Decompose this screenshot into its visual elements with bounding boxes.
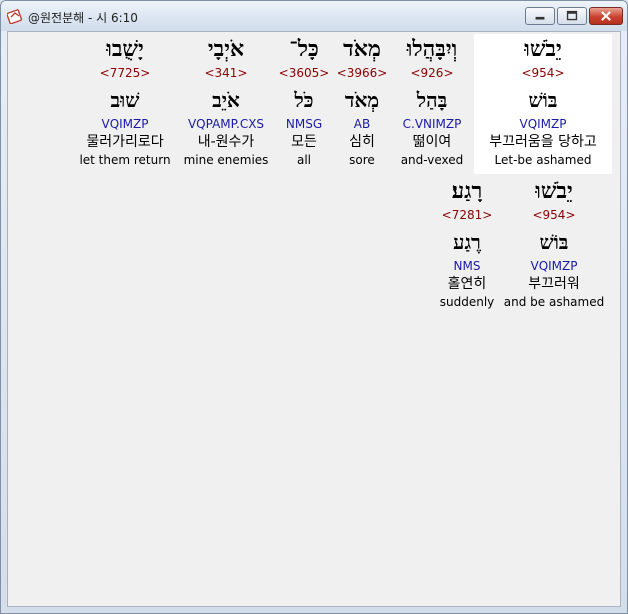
korean-gloss: 부끄러워 xyxy=(528,276,580,292)
strong-number[interactable]: <3605> xyxy=(278,64,330,82)
morphology-code: VQIMZP xyxy=(519,117,567,131)
close-icon xyxy=(601,11,611,21)
strong-number[interactable]: <3966> xyxy=(336,64,388,82)
english-gloss: Let-be ashamed xyxy=(494,153,592,167)
morphology-code: VQIMZP xyxy=(101,117,149,131)
lemma: בָּהַל xyxy=(416,88,448,112)
korean-gloss: 내-원수가 xyxy=(197,134,255,150)
hebrew-word: רָגַע׃ xyxy=(451,178,483,204)
lemma: בּוֹשׁ xyxy=(528,88,558,112)
app-icon xyxy=(7,9,23,24)
english-gloss: mine enemies xyxy=(183,153,269,167)
strong-number[interactable]: <7725> xyxy=(76,64,174,82)
morphology-code: NMSG xyxy=(285,117,323,131)
word-block[interactable]: יָשֻׁבוּ <7725> שׁוּב VQIMZP 물러가리로다 let … xyxy=(76,34,174,174)
strong-number[interactable]: <7281> xyxy=(436,206,498,224)
word-block[interactable]: וְיִבָּהֲלוּ <926> בָּהַל C.VNIMZP 떪이여 a… xyxy=(396,34,468,174)
korean-gloss: 홀연히 xyxy=(447,276,487,292)
korean-gloss: 물러가리로다 xyxy=(86,134,164,150)
analysis-pane[interactable]: יֵבֹשׁוּ <954> בּוֹשׁ VQIMZP 부끄러움을 당하고 L… xyxy=(7,31,621,607)
title-bar[interactable]: @원전분해 - 시 6:10 xyxy=(1,1,627,31)
morphology-code: NMS xyxy=(453,259,481,273)
lemma: בּוֹשׁ xyxy=(539,230,569,254)
morphology-code: VQIMZP xyxy=(530,259,578,273)
english-gloss: let them return xyxy=(79,153,171,167)
word-block[interactable]: רָגַע׃ <7281> רֶגַע NMS 홀연히 suddenly xyxy=(436,176,498,316)
hebrew-word: יֵבֹשׁוּ xyxy=(535,178,573,204)
word-block[interactable]: אֹיְבָי <341> אֹיֵב VQPAMP.CXS 내-원수가 min… xyxy=(180,34,272,174)
korean-gloss: 떪이여 xyxy=(412,134,452,150)
hebrew-word: יֵבֹשׁוּ xyxy=(524,36,562,62)
english-gloss: all xyxy=(296,153,312,167)
minimize-button[interactable] xyxy=(525,7,555,25)
app-window: @원전분해 - 시 6:10 יֵבֹשׁוּ <954> בּוֹשׁ VQI… xyxy=(0,0,628,614)
strong-number[interactable]: <341> xyxy=(180,64,272,82)
english-gloss: and be ashamed xyxy=(503,295,605,309)
morphology-code: AB xyxy=(353,117,371,131)
minimize-icon xyxy=(535,16,545,20)
strong-number[interactable]: <926> xyxy=(396,64,468,82)
close-button[interactable] xyxy=(589,7,623,25)
window-title: @원전분해 - 시 6:10 xyxy=(28,11,138,25)
strong-number[interactable]: <954> xyxy=(502,206,606,224)
word-block[interactable]: מְאֹד <3966> מְאֹד AB 심히 sore xyxy=(336,34,388,174)
english-gloss: and-vexed xyxy=(400,153,464,167)
korean-gloss: 심히 xyxy=(349,134,375,150)
english-gloss: suddenly xyxy=(439,295,495,309)
word-block[interactable]: כָּל־ <3605> כֹּל NMSG 모든 all xyxy=(278,34,330,174)
morphology-code: VQPAMP.CXS xyxy=(187,117,265,131)
word-block[interactable]: יֵבֹשׁוּ <954> בּוֹשׁ VQIMZP 부끄러워 and be… xyxy=(502,176,606,316)
lemma: רֶגַע xyxy=(453,230,481,254)
strong-number[interactable]: <954> xyxy=(474,64,612,82)
lemma: שׁוּב xyxy=(110,88,140,112)
hebrew-word: אֹיְבָי xyxy=(207,36,245,62)
morphology-code: C.VNIMZP xyxy=(402,117,462,131)
hebrew-word: יָשֻׁבוּ xyxy=(106,36,144,62)
korean-gloss: 모든 xyxy=(291,134,317,150)
korean-gloss: 부끄러움을 당하고 xyxy=(489,134,597,150)
hebrew-word: מְאֹד xyxy=(343,36,381,62)
hebrew-word: וְיִבָּהֲלוּ xyxy=(406,36,458,62)
lemma: אֹיֵב xyxy=(212,88,240,112)
lemma: מְאֹד xyxy=(344,88,380,112)
hebrew-word: כָּל־ xyxy=(289,36,319,62)
lemma: כֹּל xyxy=(294,88,314,112)
maximize-button[interactable] xyxy=(557,7,587,25)
word-block[interactable]: יֵבֹשׁוּ <954> בּוֹשׁ VQIMZP 부끄러움을 당하고 L… xyxy=(474,34,612,174)
maximize-icon xyxy=(566,10,578,21)
english-gloss: sore xyxy=(349,153,375,167)
